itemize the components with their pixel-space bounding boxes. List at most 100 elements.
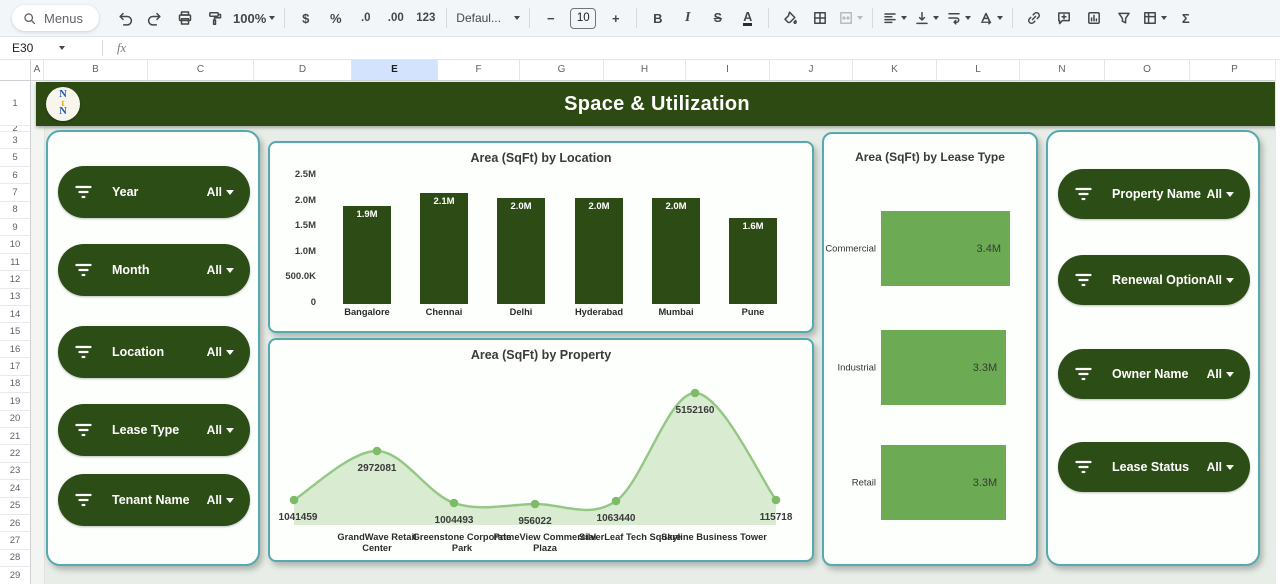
row-header-12[interactable]: 12 <box>0 271 30 288</box>
row-header-14[interactable]: 14 <box>0 306 30 323</box>
filter-tenant-name[interactable]: Tenant NameAll <box>58 474 250 526</box>
column-header-L[interactable]: L <box>937 60 1020 81</box>
row-header-27[interactable]: 27 <box>0 532 30 549</box>
fill-color-button[interactable] <box>775 5 804 31</box>
filter-value-dropdown[interactable]: All <box>207 185 234 199</box>
increase-decimal-button[interactable]: .00 <box>381 5 410 31</box>
currency-format-button[interactable]: $ <box>291 5 320 31</box>
text-rotation-button[interactable] <box>975 5 1006 31</box>
filter-property-name[interactable]: Property NameAll <box>1058 169 1250 219</box>
filter-owner-name[interactable]: Owner NameAll <box>1058 349 1250 399</box>
column-header-A[interactable]: A <box>31 60 44 81</box>
vertical-align-button[interactable] <box>911 5 942 31</box>
row-header-9[interactable]: 9 <box>0 219 30 236</box>
lease-type-chart-panel[interactable]: Area (SqFt) by Lease Type 3.4MCommercial… <box>822 132 1038 566</box>
increase-font-size-button[interactable]: + <box>601 5 630 31</box>
print-button[interactable] <box>170 5 199 31</box>
filter-value-dropdown[interactable]: All <box>1207 367 1234 381</box>
text-color-button[interactable]: A <box>733 5 762 31</box>
row-header-5[interactable]: 5 <box>0 149 30 166</box>
filter-month[interactable]: MonthAll <box>58 244 250 296</box>
select-all-corner[interactable] <box>0 60 31 81</box>
insert-chart-button[interactable] <box>1079 5 1108 31</box>
font-size-input[interactable]: 10 <box>570 8 596 29</box>
row-header-8[interactable]: 8 <box>0 202 30 219</box>
row-header-22[interactable]: 22 <box>0 445 30 462</box>
column-header-J[interactable]: J <box>770 60 853 81</box>
undo-button[interactable] <box>110 5 139 31</box>
paint-format-button[interactable] <box>200 5 229 31</box>
location-chart-panel[interactable]: Area (SqFt) by Location 2.5M2.0M1.5M1.0M… <box>268 141 814 333</box>
vertical-scrollbar[interactable] <box>1275 60 1280 584</box>
filter-location[interactable]: LocationAll <box>58 326 250 378</box>
row-header-6[interactable]: 6 <box>0 167 30 184</box>
column-header-I[interactable]: I <box>686 60 770 81</box>
column-header-G[interactable]: G <box>520 60 604 81</box>
column-header-E[interactable]: E <box>352 60 438 81</box>
decrease-font-size-button[interactable]: − <box>536 5 565 31</box>
number-format-button[interactable]: 123 <box>411 5 440 31</box>
column-header-H[interactable]: H <box>604 60 686 81</box>
italic-button[interactable]: I <box>673 5 702 31</box>
name-box[interactable]: E30 <box>0 41 102 55</box>
column-header-F[interactable]: F <box>438 60 520 81</box>
row-header-23[interactable]: 23 <box>0 463 30 480</box>
row-header-15[interactable]: 15 <box>0 323 30 340</box>
row-header-18[interactable]: 18 <box>0 376 30 393</box>
column-header-O[interactable]: O <box>1105 60 1190 81</box>
font-select[interactable]: Defaul... <box>453 5 523 31</box>
strikethrough-button[interactable]: S <box>703 5 732 31</box>
table-views-button[interactable] <box>1139 5 1170 31</box>
column-header-C[interactable]: C <box>148 60 254 81</box>
redo-button[interactable] <box>140 5 169 31</box>
filter-lease-status[interactable]: Lease StatusAll <box>1058 442 1250 492</box>
fx-icon[interactable]: fx <box>117 41 126 56</box>
column-header-B[interactable]: B <box>44 60 148 81</box>
row-header-29[interactable]: 29 <box>0 567 30 584</box>
filter-value-dropdown[interactable]: All <box>1207 273 1234 287</box>
row-header-20[interactable]: 20 <box>0 411 30 428</box>
filter-value-dropdown[interactable]: All <box>207 345 234 359</box>
row-header-19[interactable]: 19 <box>0 393 30 410</box>
row-header-26[interactable]: 26 <box>0 515 30 532</box>
filter-lease-type[interactable]: Lease TypeAll <box>58 404 250 456</box>
row-header-3[interactable]: 3 <box>0 132 30 149</box>
logo-letter: N <box>59 108 67 117</box>
row-header-16[interactable]: 16 <box>0 341 30 358</box>
row-header-13[interactable]: 13 <box>0 289 30 306</box>
horizontal-align-button[interactable] <box>879 5 910 31</box>
row-header-28[interactable]: 28 <box>0 550 30 567</box>
row-header-10[interactable]: 10 <box>0 236 30 253</box>
filter-value-dropdown[interactable]: All <box>1207 187 1234 201</box>
filter-year[interactable]: YearAll <box>58 166 250 218</box>
column-header-P[interactable]: P <box>1190 60 1280 81</box>
column-header-K[interactable]: K <box>853 60 937 81</box>
row-header-11[interactable]: 11 <box>0 254 30 271</box>
bold-button[interactable]: B <box>643 5 672 31</box>
filter-value-dropdown[interactable]: All <box>207 493 234 507</box>
filter-value-dropdown[interactable]: All <box>207 423 234 437</box>
zoom-select[interactable]: 100% <box>230 5 278 31</box>
menus-search[interactable]: Menus <box>12 5 99 31</box>
merge-cells-button[interactable] <box>835 5 866 31</box>
filter-renewal-option[interactable]: Renewal OptionAll <box>1058 255 1250 305</box>
insert-link-button[interactable] <box>1019 5 1048 31</box>
filter-value-dropdown[interactable]: All <box>207 263 234 277</box>
row-header-1[interactable]: 1 <box>0 81 30 126</box>
row-header-25[interactable]: 25 <box>0 498 30 515</box>
column-header-N[interactable]: N <box>1020 60 1105 81</box>
insert-comment-button[interactable] <box>1049 5 1078 31</box>
decrease-decimal-button[interactable]: .0 <box>351 5 380 31</box>
row-header-24[interactable]: 24 <box>0 480 30 497</box>
row-header-21[interactable]: 21 <box>0 428 30 445</box>
borders-button[interactable] <box>805 5 834 31</box>
filter-value-dropdown[interactable]: All <box>1207 460 1234 474</box>
column-header-D[interactable]: D <box>254 60 352 81</box>
text-wrap-button[interactable] <box>943 5 974 31</box>
row-header-7[interactable]: 7 <box>0 184 30 201</box>
percent-format-button[interactable]: % <box>321 5 350 31</box>
row-header-17[interactable]: 17 <box>0 358 30 375</box>
create-filter-button[interactable] <box>1109 5 1138 31</box>
property-chart-panel[interactable]: Area (SqFt) by Property 1041459297208110… <box>268 338 814 562</box>
functions-button[interactable]: Σ <box>1171 5 1200 31</box>
